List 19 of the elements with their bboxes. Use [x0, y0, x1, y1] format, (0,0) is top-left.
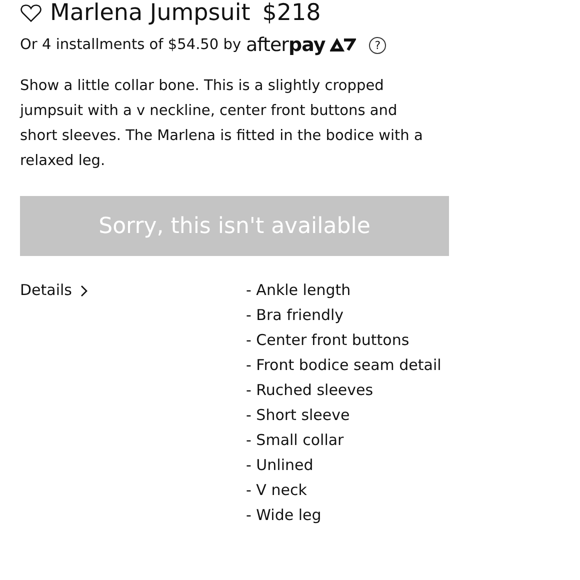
afterpay-mark-icon	[330, 38, 356, 52]
detail-item: - Ankle length	[246, 280, 352, 301]
heart-icon[interactable]	[20, 3, 42, 23]
detail-item: - Front bodice seam detail	[246, 355, 442, 376]
installments-text: Or 4 installments of $54.50 by	[20, 37, 242, 53]
detail-item: - V neck	[246, 480, 308, 501]
afterpay-logo: afterpay	[246, 34, 326, 56]
product-description: Show a little collar bone. This is a slightly cropped jumpsuit with a v neckline, center front buttons and short sleeves. The Marlena is fitted in the bodice with a relaxed leg.	[20, 77, 424, 171]
detail-item: - Short sleeve	[246, 405, 351, 426]
detail-item: - Wide leg	[246, 505, 322, 526]
product-name: Marlena Jumpsuit	[50, 0, 250, 26]
detail-item: - Small collar	[246, 430, 345, 451]
detail-item: - Unlined	[246, 455, 314, 476]
details-toggle[interactable]: Details	[20, 278, 88, 303]
detail-item: - Center front buttons	[246, 330, 410, 351]
detail-item: - Ruched sleeves	[246, 380, 374, 401]
product-price: $218	[262, 0, 321, 26]
detail-item: - Bra friendly	[246, 305, 345, 326]
help-icon[interactable]: ?	[369, 36, 386, 54]
